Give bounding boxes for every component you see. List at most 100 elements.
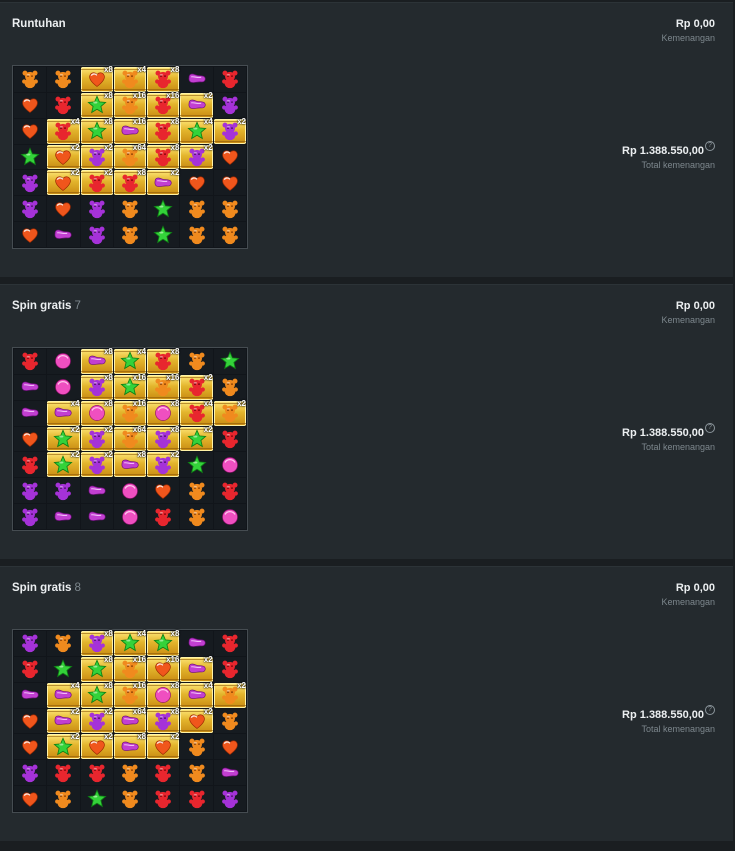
red-bear-icon [155,764,172,782]
grid-cell [47,196,80,222]
orange-heart-candy-icon [22,124,38,140]
multiplier-cell: x2 [80,425,114,452]
orange-heart-candy-icon [22,98,38,114]
multiplier-cell: x8 [147,425,180,452]
grid-cell [47,67,80,92]
orange-heart-candy-icon [22,792,38,807]
multiplier-label: x16 [132,398,147,408]
red-bear-icon [155,508,172,526]
multiplier-cell: x8 [80,91,114,118]
grid-cell [80,786,113,811]
multiplier-cell: x2 [47,143,80,170]
pink-round-candy-icon [122,482,138,499]
purple-bear-icon [22,200,39,218]
multiplier-cell: x16 [147,373,180,400]
multiplier-cell: x2 [147,168,180,196]
multiplier-label: x2 [237,680,246,690]
orange-heart-candy-icon [222,150,238,165]
help-icon[interactable]: ? [705,705,715,715]
multiplier-cell: x16 [113,398,147,426]
purple-sausage-candy-icon [221,767,239,777]
green-star-icon [20,147,40,166]
grid-cell [213,504,246,529]
multiplier-label: x2 [203,90,213,100]
orange-heart-candy-icon [22,714,38,729]
grid-cell [47,656,80,682]
multiplier-cell: x2 [47,732,80,760]
help-icon[interactable]: ? [705,423,715,433]
multiplier-cell: x64 [113,707,147,734]
grid-cell [47,504,80,529]
grid-cell [14,786,47,811]
total-win-label: Total kemenangan [641,442,715,452]
orange-bear-icon [188,764,205,782]
green-star-icon [53,659,74,678]
multiplier-cell: x4 [180,681,213,708]
multiplier-cell: x16 [113,681,147,708]
grid-cell [47,760,80,786]
grid-cell [14,426,47,452]
grid-cell [47,349,80,374]
grid-cell [180,631,213,656]
grid-cell [14,452,47,478]
multiplier-cell: x2 [80,732,114,760]
orange-bear-icon [188,508,205,526]
multiplier-label: x8 [170,142,180,152]
purple-bear-icon [22,508,39,526]
orange-heart-candy-icon [222,176,238,191]
orange-bear-icon [55,635,72,653]
multiplier-label: x16 [132,116,147,126]
red-bear-icon [155,790,172,808]
multiplier-cell: x4 [47,399,80,426]
multiplier-cell: x16 [147,655,180,682]
red-bear-icon [221,635,238,653]
multiplier-cell: x2 [213,680,247,708]
multiplier-label: x2 [70,424,80,434]
purple-bear-icon [221,790,238,808]
grid-cell [213,734,246,760]
grid-cell [147,786,180,811]
multiplier-label: x8 [170,706,180,716]
grid-cell [213,170,246,196]
multiplier-label: x8 [137,732,147,742]
multiplier-cell: x64 [113,143,147,170]
orange-heart-candy-icon [22,228,38,243]
orange-heart-candy-icon [55,202,72,217]
grid-cell [113,786,147,811]
multiplier-label: x2 [103,450,113,460]
multiplier-cell: x16 [113,655,147,682]
grid-cell [113,478,147,504]
orange-bear-icon [55,71,72,89]
multiplier-cell: x8 [113,732,147,760]
multiplier-cell: x8 [147,117,180,144]
multiplier-label: x8 [103,629,113,638]
multiplier-label: x2 [203,372,213,382]
grid-cell [14,67,47,92]
pink-round-candy-icon [122,508,138,525]
red-bear-icon [221,482,238,500]
purple-bear-icon [55,482,72,500]
multiplier-label: x2 [103,142,113,152]
multiplier-cell: x8 [80,629,114,656]
red-bear-icon [221,71,238,89]
pink-round-candy-icon [222,508,238,525]
grid-cell [80,196,113,222]
grid-cell [47,478,80,504]
grid-cell [113,504,147,529]
help-icon[interactable]: ? [705,141,715,151]
grid-cell [180,452,213,478]
multiplier-label: x4 [137,629,147,638]
orange-bear-icon [221,226,238,244]
multiplier-label: x8 [103,372,113,382]
grid-cell [180,196,213,222]
multiplier-label: x8 [103,65,113,74]
multiplier-cell: x8 [80,372,114,400]
multiplier-label: x2 [103,168,113,178]
multiplier-cell: x8 [80,117,114,144]
multiplier-label: x4 [137,65,147,74]
multiplier-label: x2 [203,424,213,434]
multiplier-label: x2 [170,732,180,742]
multiplier-label: x16 [132,90,147,100]
grid-cell [14,222,47,247]
multiplier-label: x2 [203,142,213,152]
